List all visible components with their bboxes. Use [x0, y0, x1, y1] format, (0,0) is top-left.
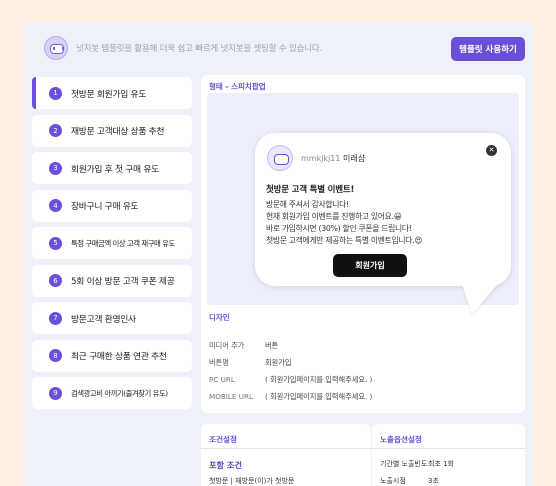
- step-label: 최근 구매한 상품 연관 추천: [71, 352, 167, 362]
- exposure-value: 최초 1회: [428, 460, 454, 468]
- include-condition-text: 첫방문 | 재방문(이)가 첫방문: [209, 477, 295, 485]
- step-item-8[interactable]: 8 최근 구매한 상품 연관 추천: [32, 339, 192, 372]
- popup-line: 현재 회원가입 이벤트를 진행하고 있어요.😀: [266, 212, 402, 221]
- design-key: 미디어 추가: [209, 340, 245, 350]
- step-label: 검색광고비 아끼기(즐겨찾기 유도): [71, 388, 168, 398]
- step-label: 5회 이상 방문 고객 쿠폰 제공: [71, 277, 175, 287]
- condition-title: 조건설정: [209, 435, 237, 444]
- design-key: 버튼명: [209, 357, 229, 367]
- preview-card: 형태 - 스피치팝업 mmkjkj11 미래샵 ✕ 첫방문 고객 특별 이벤트!…: [201, 75, 525, 413]
- step-number: 9: [49, 386, 62, 400]
- design-label: 디자인: [209, 313, 230, 322]
- step-number: 6: [49, 274, 62, 287]
- speech-tail: [462, 284, 498, 314]
- type-label: 형태 - 스피치팝업: [209, 82, 266, 91]
- design-row: 미디어 추가 버튼: [209, 337, 372, 354]
- exposure-key: 노출시점: [380, 477, 406, 485]
- divider: [201, 448, 371, 449]
- step-label: 특정 구매금액 이상 고객 재구매 유도: [71, 238, 175, 248]
- popup-line: 바로 가입하시면 (30%) 할인 쿠폰을 드립니다!: [266, 224, 412, 233]
- template-step-list: 1 첫방문 회원가입 유도 2 재방문 고객대상 상품 추천 3 회원가입 후 …: [32, 77, 192, 415]
- step-label: 재방문 고객대상 상품 추천: [71, 127, 165, 137]
- step-number: 5: [49, 236, 62, 250]
- step-number: 3: [49, 161, 62, 175]
- condition-card: 조건설정 포함 조건 첫방문 | 재방문(이)가 첫방문: [201, 424, 371, 486]
- step-number: 1: [49, 86, 62, 100]
- design-value: 버튼: [265, 340, 279, 350]
- include-condition-heading: 포함 조건: [209, 460, 242, 470]
- step-number: 4: [49, 199, 62, 212]
- design-value: 회원가입: [265, 357, 292, 367]
- step-label: 첫방문 회원가입 유도: [71, 89, 147, 100]
- step-label: 장바구니 구매 유도: [71, 202, 139, 212]
- exposure-row: 노출시점 3초: [380, 476, 439, 486]
- exposure-title: 노출옵션설정: [380, 435, 422, 444]
- step-item-9[interactable]: 9 검색광고비 아끼기(즐겨찾기 유도): [32, 377, 192, 409]
- banner-text: 넛지봇 템플릿을 활용해 더욱 쉽고 빠르게 넛지봇을 셋팅할 수 있습니다.: [76, 44, 323, 54]
- popup-preview-area: mmkjkj11 미래샵 ✕ 첫방문 고객 특별 이벤트! 방문해 주셔서 감사…: [207, 93, 519, 314]
- speech-popup: mmkjkj11 미래샵 ✕ 첫방문 고객 특별 이벤트! 방문해 주셔서 감사…: [255, 133, 511, 314]
- template-banner: 넛지봇 템플릿을 활용해 더욱 쉽고 빠르게 넛지봇을 셋팅할 수 있습니다.: [44, 36, 322, 60]
- step-item-1[interactable]: 1 첫방문 회원가입 유도: [32, 77, 192, 109]
- exposure-key: 기간별 노출빈도: [380, 460, 428, 468]
- popup-body: 방문해 주셔서 감사합니다! 현재 회원가입 이벤트를 진행하고 있어요.😀 바…: [266, 199, 422, 247]
- exposure-card: 노출옵션설정 기간별 노출빈도 최초 1회 노출시점 3초: [372, 424, 525, 486]
- design-key: MOBILE URL: [209, 392, 253, 401]
- popup-title: 첫방문 고객 특별 이벤트!: [266, 185, 355, 195]
- divider: [372, 448, 525, 449]
- step-item-3[interactable]: 3 회원가입 후 첫 구매 유도: [32, 152, 192, 184]
- use-template-button[interactable]: 템플릿 사용하기: [451, 37, 525, 61]
- step-number: 2: [49, 124, 62, 137]
- step-number: 7: [49, 311, 62, 325]
- bot-avatar-icon: [267, 145, 293, 171]
- step-number: 8: [49, 349, 62, 362]
- step-item-6[interactable]: 6 5회 이상 방문 고객 쿠폰 제공: [32, 264, 192, 297]
- step-label: 회원가입 후 첫 구매 유도: [71, 164, 159, 175]
- design-row: PC URL ( 회원가입페이지를 입력해주세요. ): [209, 371, 372, 388]
- popup-sender: mmkjkj11 미래샵: [301, 153, 365, 164]
- exposure-value: 3초: [428, 477, 439, 485]
- template-panel: 넛지봇 템플릿을 활용해 더욱 쉽고 빠르게 넛지봇을 셋팅할 수 있습니다. …: [24, 22, 532, 486]
- robot-icon: [44, 36, 68, 60]
- brand-name: 미래샵: [343, 154, 366, 163]
- signup-button[interactable]: 회원가입: [333, 254, 407, 277]
- step-item-4[interactable]: 4 장바구니 구매 유도: [32, 189, 192, 222]
- step-item-5[interactable]: 5 특정 구매금액 이상 고객 재구매 유도: [32, 227, 192, 259]
- sender-name: mmkjkj11: [301, 154, 341, 163]
- design-row: 버튼명 회원가입: [209, 354, 372, 371]
- popup-line: 첫방문 고객에게만 제공하는 특별 이벤트입니다.😍: [266, 236, 423, 245]
- design-row: MOBILE URL ( 회원가입페이지를 입력해주세요. ): [209, 388, 372, 405]
- close-icon[interactable]: ✕: [486, 145, 497, 156]
- step-item-2[interactable]: 2 재방문 고객대상 상품 추천: [32, 114, 192, 147]
- design-value: ( 회원가입페이지를 입력해주세요. ): [265, 374, 373, 384]
- design-key: PC URL: [209, 375, 235, 384]
- design-settings: 미디어 추가 버튼 버튼명 회원가입 PC URL ( 회원가입페이지를 입력해…: [209, 337, 372, 405]
- step-label: 방문고객 환영인사: [71, 314, 136, 325]
- exposure-row: 기간별 노출빈도 최초 1회: [380, 459, 454, 469]
- design-value: ( 회원가입페이지를 입력해주세요. ): [265, 391, 373, 401]
- popup-line: 방문해 주셔서 감사합니다!: [266, 200, 349, 209]
- step-item-7[interactable]: 7 방문고객 환영인사: [32, 302, 192, 334]
